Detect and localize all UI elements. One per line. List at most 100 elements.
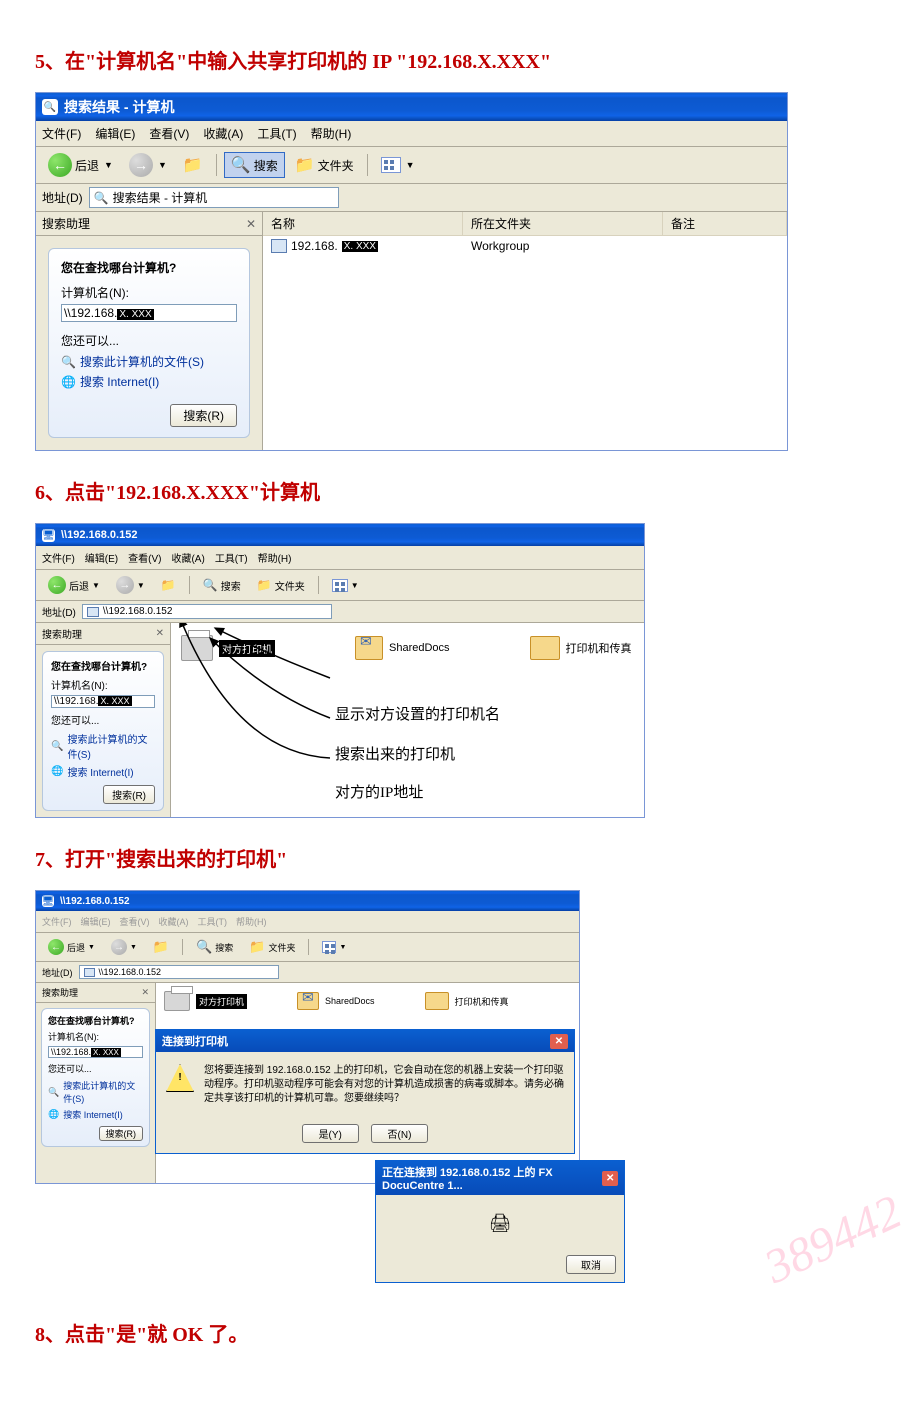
search-submit-button[interactable]: 搜索(R) [170,404,237,427]
address-bar-3: 地址(D) \\192.168.0.152 [36,962,579,983]
computer-name-input[interactable]: \\192.168.X. XXX [51,695,155,708]
search-internet-link[interactable]: 🌐搜索 Internet(I) [51,764,155,779]
menu-file[interactable]: 文件(F) [42,915,72,928]
menu-view[interactable]: 查看(V) [120,915,150,928]
window-computer: 🖥 \\192.168.0.152 文件(F) 编辑(E) 查看(V) 收藏(A… [35,523,645,818]
search-button[interactable]: 🔍搜索 [190,937,239,957]
close-icon[interactable]: ✕ [246,217,256,231]
up-button[interactable]: 📁 [155,576,182,594]
no-button[interactable]: 否(N) [371,1124,429,1143]
views-icon [332,579,348,592]
window-title-3: \\192.168.0.152 [60,896,130,907]
titlebar-3[interactable]: 🖥 \\192.168.0.152 [36,891,579,911]
printer-icon [181,635,213,661]
search-internet-link[interactable]: 🌐搜索 Internet(I) [61,373,237,390]
search-internet-link[interactable]: 🌐搜索 Internet(I) [48,1108,143,1121]
menu-edit[interactable]: 编辑(E) [85,550,118,565]
back-button[interactable]: ←后退▼ [42,937,101,957]
folders-button[interactable]: 📁文件夹 [251,576,311,595]
search-sidebar: 搜索助理✕ 您在查找哪台计算机? 计算机名(N): \\192.168.X. X… [36,212,263,450]
address-field-3[interactable]: \\192.168.0.152 [79,965,279,979]
printers-fax[interactable]: 打印机和传真 [530,636,632,660]
menu-favorites[interactable]: 收藏(A) [159,915,189,928]
window-search-results: 🔍 搜索结果 - 计算机 文件(F) 编辑(E) 查看(V) 收藏(A) 工具(… [35,92,788,451]
folders-button[interactable]: 📁文件夹 [243,937,301,957]
titlebar[interactable]: 🔍 搜索结果 - 计算机 [36,93,787,121]
shared-printer[interactable]: 对方打印机 [181,635,275,661]
up-button[interactable]: 📁 [147,937,175,957]
views-button[interactable]: ▼ [326,577,365,594]
dialog-close-icon[interactable]: ✕ [550,1034,568,1049]
folders-button[interactable]: 📁文件夹 [289,153,360,177]
dialog-titlebar[interactable]: 连接到打印机✕ [156,1030,574,1052]
menu-view[interactable]: 查看(V) [128,550,161,565]
dialog-message: 您将要连接到 192.168.0.152 上的打印机，它会自动在您的机器上安装一… [204,1064,564,1106]
forward-button[interactable]: →▼ [123,151,173,179]
result-row[interactable]: 192.168.X. XXX Workgroup [263,236,787,256]
shared-docs[interactable]: SharedDocs [355,636,450,660]
search-button[interactable]: 🔍搜索 [224,152,285,178]
connecting-dialog: 正在连接到 192.168.0.152 上的 FX DocuCentre 1..… [375,1160,625,1283]
toolbar-3: ←后退▼ →▼ 📁 🔍搜索 📁文件夹 ▼ [36,933,579,962]
yes-button[interactable]: 是(Y) [302,1124,359,1143]
forward-button[interactable]: →▼ [105,937,143,957]
menu-tools[interactable]: 工具(T) [257,125,296,142]
search-files-link[interactable]: 🔍搜索此计算机的文件(S) [61,353,237,370]
computer-name-label: 计算机名(N): [51,677,155,692]
forward-button[interactable]: →▼ [110,574,151,596]
views-button[interactable]: ▼ [375,155,421,175]
menu-help[interactable]: 帮助(H) [236,915,267,928]
computer-name-input[interactable]: \\192.168.X. XXX [61,304,237,322]
search-sidebar-2: 搜索助理✕ 您在查找哪台计算机? 计算机名(N): \\192.168.X. X… [36,623,171,817]
menu-help[interactable]: 帮助(H) [258,550,292,565]
address-label: 地址(D) [42,604,76,619]
views-icon [381,157,401,173]
search-files-link[interactable]: 🔍搜索此计算机的文件(S) [48,1079,143,1105]
views-icon [322,941,336,953]
titlebar-2[interactable]: 🖥 \\192.168.0.152 [36,524,644,546]
search-files-icon: 🔍 [51,741,63,752]
forward-arrow-icon: → [129,153,153,177]
col-note[interactable]: 备注 [663,212,787,235]
menu-favorites[interactable]: 收藏(A) [203,125,243,142]
dialog-close-icon[interactable]: ✕ [602,1171,618,1186]
printers-folder-icon [530,636,560,660]
search-sidebar-3: 搜索助理✕ 您在查找哪台计算机? 计算机名(N): \\192.168.X. X… [36,983,156,1183]
back-button[interactable]: ←后退▼ [42,151,119,179]
address-field[interactable]: 🔍搜索结果 - 计算机 [89,187,339,208]
menu-edit[interactable]: 编辑(E) [81,915,111,928]
menu-tools[interactable]: 工具(T) [198,915,228,928]
menu-file[interactable]: 文件(F) [42,550,75,565]
col-name[interactable]: 名称 [263,212,463,235]
close-icon[interactable]: ✕ [141,987,149,998]
menu-edit[interactable]: 编辑(E) [95,125,135,142]
cancel-button[interactable]: 取消 [566,1255,616,1274]
back-button[interactable]: ←后退▼ [42,574,106,596]
menu-file[interactable]: 文件(F) [42,125,81,142]
step-7-title: 7、打开"搜索出来的打印机" [35,843,885,872]
col-folder[interactable]: 所在文件夹 [463,212,663,235]
menu-favorites[interactable]: 收藏(A) [171,550,204,565]
close-icon[interactable]: ✕ [156,628,164,639]
address-label: 地址(D) [42,966,73,979]
menu-help[interactable]: 帮助(H) [311,125,352,142]
computer-title-icon: 🖥 [42,529,55,542]
shared-docs[interactable]: SharedDocs [297,992,375,1010]
menu-tools[interactable]: 工具(T) [215,550,248,565]
search-submit-button[interactable]: 搜索(R) [99,1126,144,1141]
search-files-link[interactable]: 🔍搜索此计算机的文件(S) [51,731,155,761]
address-field-2[interactable]: \\192.168.0.152 [82,604,332,619]
shared-docs-icon [355,636,383,660]
search-button[interactable]: 🔍搜索 [197,576,247,595]
up-button[interactable]: 📁 [177,153,209,177]
window-title: 搜索结果 - 计算机 [64,97,174,117]
computer-name-input[interactable]: \\192.168.X. XXX [48,1046,143,1058]
printers-fax[interactable]: 打印机和传真 [425,992,509,1010]
shared-printer[interactable]: 对方打印机 [164,991,247,1011]
forward-arrow-icon: → [111,939,127,955]
connecting-titlebar[interactable]: 正在连接到 192.168.0.152 上的 FX DocuCentre 1..… [376,1161,624,1195]
menu-view[interactable]: 查看(V) [149,125,189,142]
views-button[interactable]: ▼ [316,939,352,955]
search-submit-button[interactable]: 搜索(R) [103,785,155,804]
connect-warning-dialog: 连接到打印机✕ ! 您将要连接到 192.168.0.152 上的打印机，它会自… [155,1029,575,1154]
